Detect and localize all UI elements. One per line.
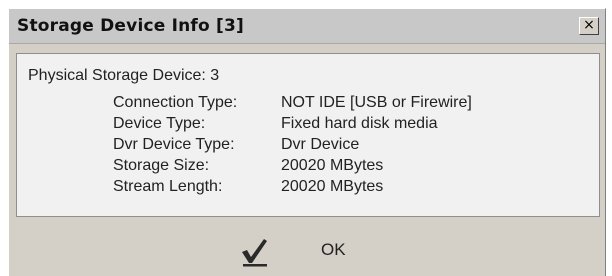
storage-device-info-dialog: Storage Device Info [3] × Physical Stora… xyxy=(8,8,606,276)
device-type-label: Device Type: xyxy=(113,115,206,132)
physical-device-header: Physical Storage Device: 3 xyxy=(28,67,220,84)
storage-size-label: Storage Size: xyxy=(113,157,210,174)
ok-label: OK xyxy=(321,240,346,259)
device-info-panel: Physical Storage Device: 3 Connection Ty… xyxy=(16,53,600,217)
close-icon: × xyxy=(583,17,595,33)
device-type-value: Fixed hard disk media xyxy=(281,115,438,132)
storage-size-value: 20020 MBytes xyxy=(281,157,384,174)
connection-type-value: NOT IDE [USB or Firewire] xyxy=(281,94,472,111)
checkmark-icon xyxy=(242,239,267,267)
close-button[interactable]: × xyxy=(579,17,599,35)
stream-length-label: Stream Length: xyxy=(113,178,223,195)
dvr-device-type-value: Dvr Device xyxy=(281,136,360,153)
connection-type-label: Connection Type: xyxy=(113,94,238,111)
stream-length-value: 20020 MBytes xyxy=(281,178,384,195)
ok-button[interactable]: OK xyxy=(237,231,377,271)
dialog-title: Storage Device Info [3] xyxy=(17,16,244,36)
title-bar[interactable]: Storage Device Info [3] × xyxy=(9,9,605,44)
dvr-device-type-label: Dvr Device Type: xyxy=(113,136,235,153)
